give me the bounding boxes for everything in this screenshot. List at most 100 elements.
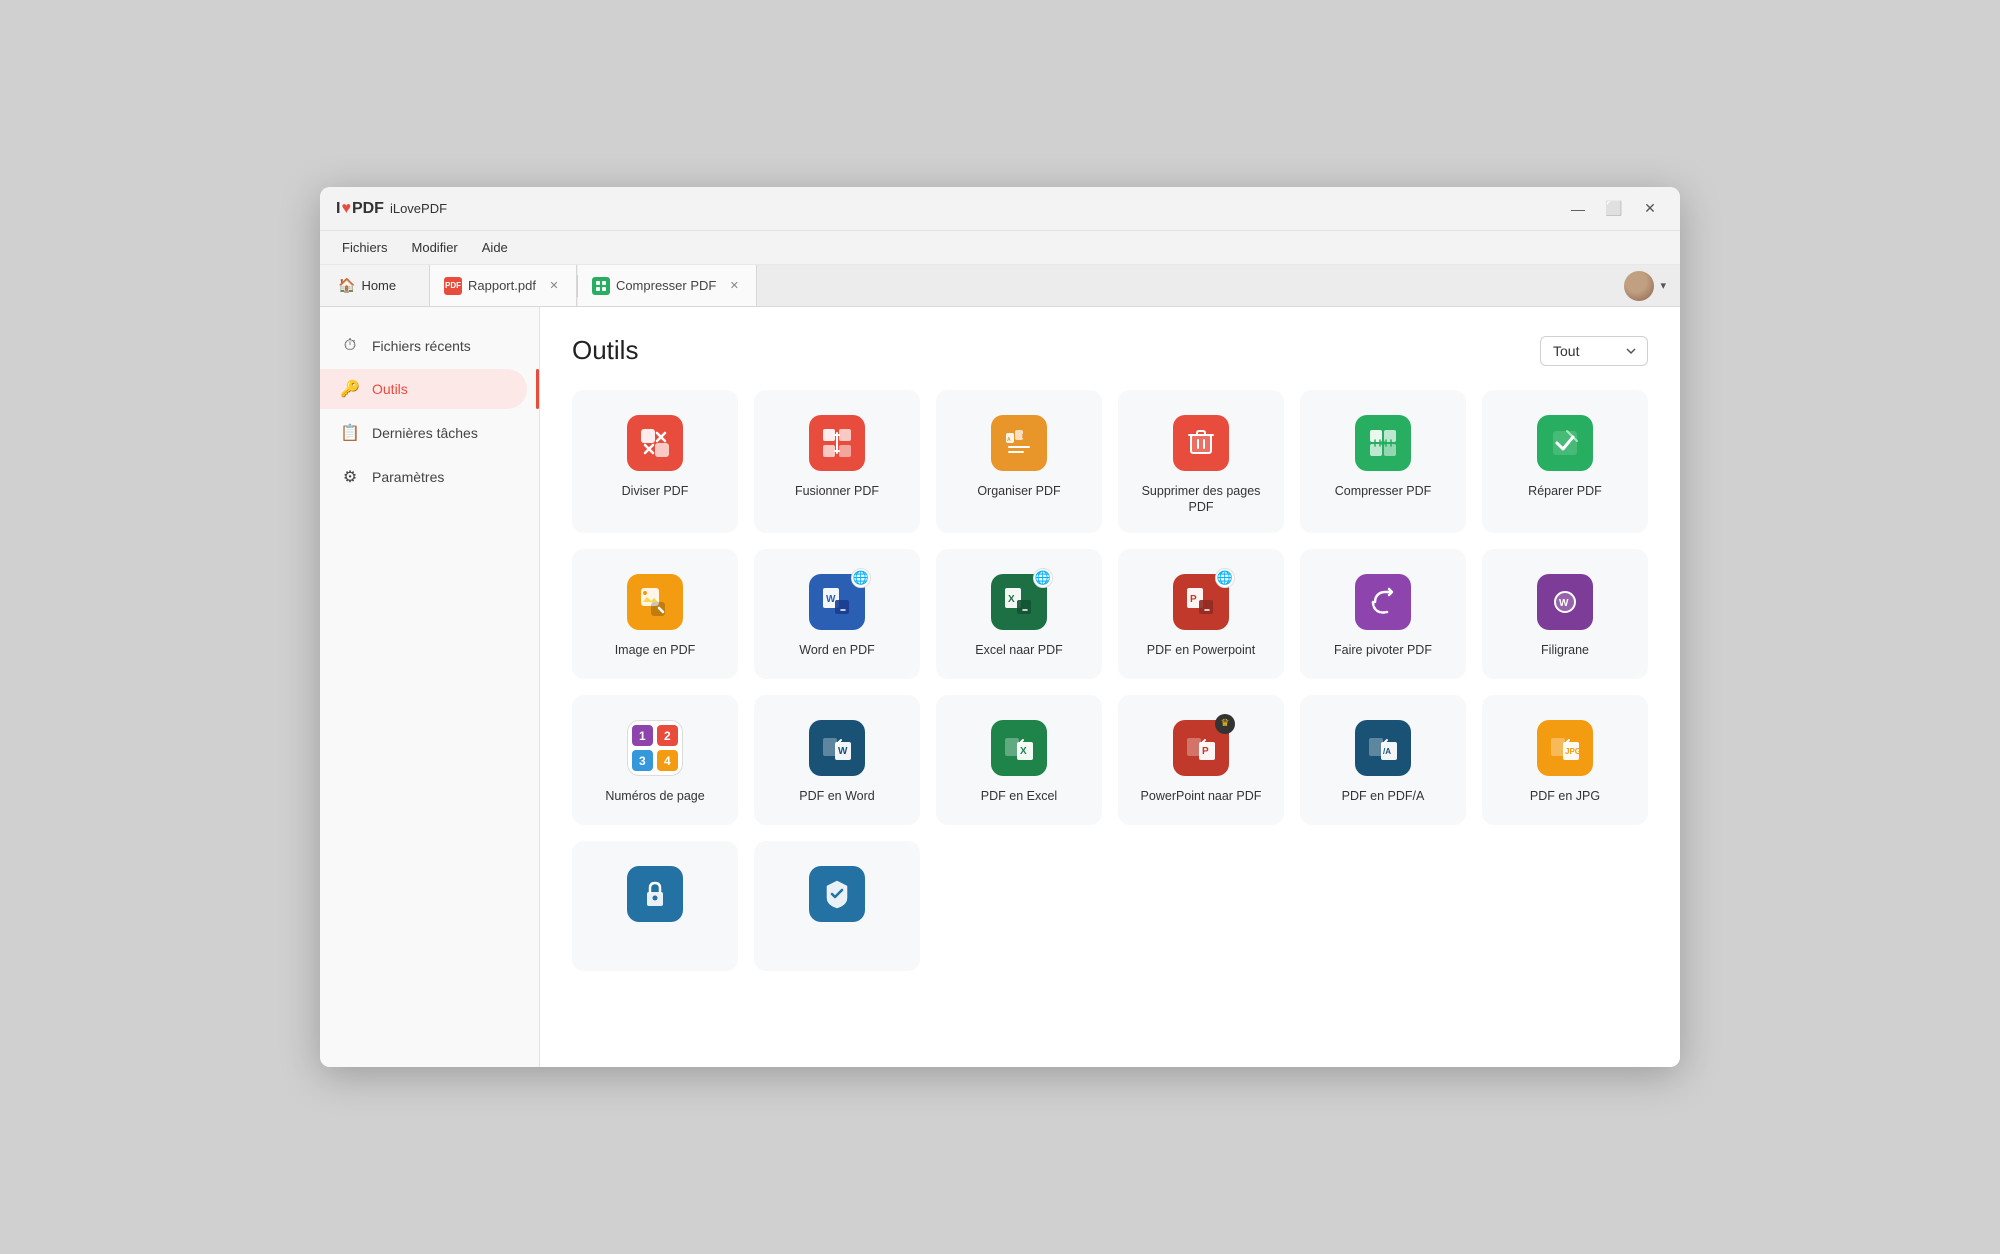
tool-numeros-icon: 1 2 3 4 bbox=[627, 720, 683, 776]
tool-pdf-word-icon: W bbox=[809, 720, 865, 776]
globe-badge-word: 🌐 bbox=[851, 568, 871, 588]
tool-securite-icon bbox=[809, 866, 865, 922]
svg-text:4: 4 bbox=[664, 754, 671, 768]
minimize-button[interactable]: — bbox=[1564, 195, 1592, 223]
menu-aide[interactable]: Aide bbox=[472, 236, 518, 259]
avatar-image bbox=[1624, 271, 1654, 301]
tab-compresser-close[interactable]: ✕ bbox=[726, 278, 742, 294]
tab-rapport[interactable]: PDF Rapport.pdf ✕ bbox=[430, 265, 577, 306]
filter-dropdown[interactable]: Tout Convertir Organiser Optimiser Sécur… bbox=[1540, 336, 1648, 366]
svg-text:/A: /A bbox=[1383, 747, 1391, 756]
menubar: Fichiers Modifier Aide bbox=[320, 231, 1680, 265]
avatar-chevron-icon[interactable]: ▾ bbox=[1660, 279, 1666, 292]
tool-numeros-label: Numéros de page bbox=[605, 788, 704, 804]
tool-pdf-word[interactable]: W PDF en Word bbox=[754, 695, 920, 825]
tool-ppt-pdf-label: PowerPoint naar PDF bbox=[1141, 788, 1262, 804]
titlebar-left: I♥PDF iLovePDF bbox=[336, 200, 447, 218]
tool-organiser-label: Organiser PDF bbox=[977, 483, 1060, 499]
tool-excel-pdf[interactable]: 🌐 X Excel naar PDF bbox=[936, 549, 1102, 679]
sidebar-tasks-label: Dernières tâches bbox=[372, 425, 478, 441]
home-icon: 🏠 bbox=[338, 277, 355, 294]
svg-text:A: A bbox=[1007, 437, 1011, 443]
tools-grid: Diviser PDF Fusionner PDF bbox=[572, 390, 1648, 971]
tabsbar-right: ▾ bbox=[1624, 271, 1680, 301]
tool-supprimer-icon bbox=[1173, 415, 1229, 471]
tool-pdf-jpg-label: PDF en JPG bbox=[1530, 788, 1600, 804]
tool-proteger[interactable] bbox=[572, 841, 738, 971]
tool-pdf-powerpoint-label: PDF en Powerpoint bbox=[1147, 642, 1255, 658]
tool-pdf-excel-label: PDF en Excel bbox=[981, 788, 1057, 804]
tool-reparer-icon bbox=[1537, 415, 1593, 471]
menu-fichiers[interactable]: Fichiers bbox=[332, 236, 398, 259]
logo-pdf-text: PDF bbox=[352, 200, 384, 218]
tool-pdf-jpg[interactable]: JPG PDF en JPG bbox=[1482, 695, 1648, 825]
svg-text:W: W bbox=[826, 594, 836, 605]
tool-numeros[interactable]: 1 2 3 4 Numéros de page bbox=[572, 695, 738, 825]
tool-pdf-word-label: PDF en Word bbox=[799, 788, 875, 804]
sidebar: ⏱ Fichiers récents 🔑 Outils 📋 Dernières … bbox=[320, 307, 540, 1067]
tool-pdf-pdfa[interactable]: /A PDF en PDF/A bbox=[1300, 695, 1466, 825]
page-title: Outils bbox=[572, 335, 638, 366]
sidebar-item-tools[interactable]: 🔑 Outils bbox=[320, 369, 527, 409]
tool-reparer[interactable]: Réparer PDF bbox=[1482, 390, 1648, 533]
sidebar-item-tasks[interactable]: 📋 Dernières tâches bbox=[320, 413, 527, 453]
tool-supprimer[interactable]: Supprimer des pages PDF bbox=[1118, 390, 1284, 533]
gear-icon: ⚙ bbox=[340, 467, 360, 487]
sidebar-item-settings[interactable]: ⚙ Paramètres bbox=[320, 457, 527, 497]
tool-pdf-powerpoint-icon: 🌐 P bbox=[1173, 574, 1229, 630]
tool-diviser-label: Diviser PDF bbox=[622, 483, 689, 499]
tool-pdf-powerpoint[interactable]: 🌐 P PDF en Powerpoint bbox=[1118, 549, 1284, 679]
home-tab-label: Home bbox=[361, 278, 396, 293]
tool-ppt-pdf[interactable]: ♛ P PowerPoint naar PDF bbox=[1118, 695, 1284, 825]
svg-text:3: 3 bbox=[639, 754, 646, 768]
maximize-button[interactable]: ⬜ bbox=[1600, 195, 1628, 223]
tab-rapport-close[interactable]: ✕ bbox=[546, 278, 562, 294]
tool-organiser[interactable]: A B Organiser PDF bbox=[936, 390, 1102, 533]
content-area: Outils Tout Convertir Organiser Optimise… bbox=[540, 307, 1680, 1067]
pdf-tab-icon: PDF bbox=[444, 277, 462, 295]
tab-compresser[interactable]: Compresser PDF ✕ bbox=[578, 265, 757, 306]
clock-icon: ⏱ bbox=[340, 337, 360, 355]
tool-filigrane-label: Filigrane bbox=[1541, 642, 1589, 658]
tool-filigrane[interactable]: W Filigrane bbox=[1482, 549, 1648, 679]
tool-fusionner[interactable]: Fusionner PDF bbox=[754, 390, 920, 533]
tool-pdf-jpg-icon: JPG bbox=[1537, 720, 1593, 776]
tool-supprimer-label: Supprimer des pages PDF bbox=[1131, 483, 1271, 516]
tool-fusionner-icon bbox=[809, 415, 865, 471]
svg-text:X: X bbox=[1020, 746, 1027, 757]
tool-word-pdf[interactable]: 🌐 W Word en PDF bbox=[754, 549, 920, 679]
tool-excel-pdf-icon: 🌐 X bbox=[991, 574, 1047, 630]
user-avatar[interactable] bbox=[1624, 271, 1654, 301]
tool-pdf-pdfa-label: PDF en PDF/A bbox=[1342, 788, 1425, 804]
tool-fusionner-label: Fusionner PDF bbox=[795, 483, 879, 499]
tool-pivoter-icon bbox=[1355, 574, 1411, 630]
tool-diviser[interactable]: Diviser PDF bbox=[572, 390, 738, 533]
svg-text:2: 2 bbox=[664, 729, 671, 743]
tool-image-pdf-icon bbox=[627, 574, 683, 630]
compress-tab-icon bbox=[592, 277, 610, 295]
logo-heart: ♥ bbox=[341, 200, 351, 218]
menu-modifier[interactable]: Modifier bbox=[402, 236, 468, 259]
sidebar-settings-label: Paramètres bbox=[372, 469, 444, 485]
tab-home[interactable]: 🏠 Home bbox=[320, 265, 430, 306]
tool-ppt-pdf-icon: ♛ P bbox=[1173, 720, 1229, 776]
tool-securite[interactable] bbox=[754, 841, 920, 971]
tool-proteger-icon bbox=[627, 866, 683, 922]
svg-text:P: P bbox=[1190, 594, 1197, 605]
tool-image-pdf[interactable]: Image en PDF bbox=[572, 549, 738, 679]
svg-text:P: P bbox=[1202, 746, 1209, 757]
close-button[interactable]: ✕ bbox=[1636, 195, 1664, 223]
tool-pivoter[interactable]: Faire pivoter PDF bbox=[1300, 549, 1466, 679]
tool-compresser[interactable]: Compresser PDF bbox=[1300, 390, 1466, 533]
tool-compresser-label: Compresser PDF bbox=[1335, 483, 1432, 499]
svg-text:1: 1 bbox=[639, 729, 646, 743]
sidebar-tools-label: Outils bbox=[372, 381, 408, 397]
tool-excel-pdf-label: Excel naar PDF bbox=[975, 642, 1063, 658]
main-layout: ⏱ Fichiers récents 🔑 Outils 📋 Dernières … bbox=[320, 307, 1680, 1067]
logo-text: I♥PDF bbox=[336, 200, 384, 218]
sidebar-item-recent[interactable]: ⏱ Fichiers récents bbox=[320, 327, 527, 365]
app-window: I♥PDF iLovePDF — ⬜ ✕ Fichiers Modifier A… bbox=[320, 187, 1680, 1067]
tool-pdf-excel[interactable]: X PDF en Excel bbox=[936, 695, 1102, 825]
logo-i: I bbox=[336, 200, 340, 218]
svg-text:W: W bbox=[1559, 598, 1569, 609]
